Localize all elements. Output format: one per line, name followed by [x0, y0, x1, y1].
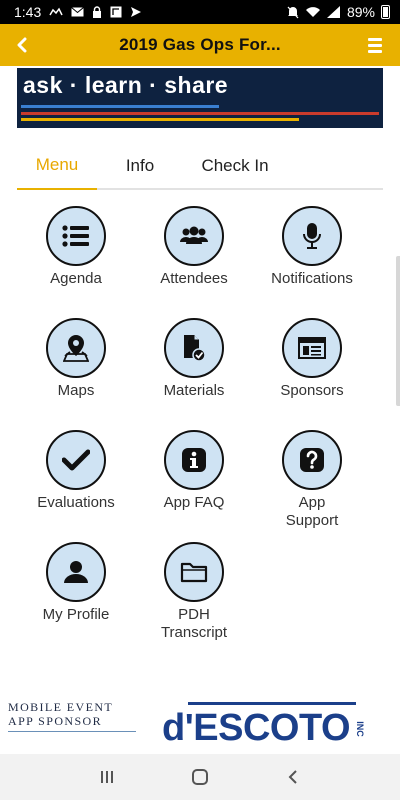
grid-item-materials[interactable]: Materials [135, 318, 253, 400]
agenda-button[interactable] [46, 206, 106, 266]
tab-bar: Menu Info Check In [17, 144, 383, 190]
sponsor-caption-line2: APP SPONSOR [8, 714, 102, 728]
grid-label: Evaluations [37, 494, 115, 511]
notifications-button[interactable] [282, 206, 342, 266]
folder-icon [180, 562, 208, 583]
evaluations-button[interactable] [46, 430, 106, 490]
materials-button[interactable] [164, 318, 224, 378]
cast-icon [110, 6, 122, 18]
app-support-button[interactable] [282, 430, 342, 490]
sponsor-logo-text: d'ESCOTO [162, 707, 351, 749]
signal-icon [326, 6, 340, 18]
grid-label: Agenda [50, 270, 102, 287]
grid-label: App Support [285, 494, 339, 529]
grid-item-app-support[interactable]: App Support [253, 430, 371, 530]
banner-stripe-red [21, 112, 379, 115]
banner-tagline: ask · learn · share [23, 72, 229, 98]
browser-window-icon [298, 337, 326, 359]
sponsors-button[interactable] [282, 318, 342, 378]
event-banner: ask · learn · share [17, 68, 383, 128]
recent-apps-button[interactable] [87, 757, 127, 797]
info-icon [182, 448, 206, 472]
grid-item-app-faq[interactable]: App FAQ [135, 430, 253, 512]
microphone-icon [303, 223, 321, 249]
grid-label: Notifications [271, 270, 353, 287]
grid-label: Maps [57, 382, 95, 399]
notification-icon [49, 7, 63, 16]
grid-item-sponsors[interactable]: Sponsors [253, 318, 371, 400]
banner-stripe-yellow [21, 118, 299, 121]
grid-item-evaluations[interactable]: Evaluations [17, 430, 135, 512]
grid-label: App FAQ [163, 494, 225, 511]
battery-percent: 89% [346, 4, 375, 20]
grid-label: PDH Transcript [160, 606, 228, 641]
status-left: 1:43 [14, 4, 142, 20]
grid-label: My Profile [42, 606, 110, 623]
checkmark-icon [62, 449, 90, 471]
pdh-transcript-button[interactable] [164, 542, 224, 602]
status-right: 89% [287, 4, 390, 20]
sponsor-caption: MOBILE EVENT APP SPONSOR [8, 700, 113, 728]
tab-menu[interactable]: Menu [17, 144, 97, 190]
page-title: 2019 Gas Ops For... [119, 35, 281, 54]
app-header: 2019 Gas Ops For... [0, 24, 400, 66]
document-check-icon [184, 335, 206, 362]
mute-icon [287, 6, 299, 18]
grid-item-pdh-transcript[interactable]: PDH Transcript [135, 542, 253, 642]
grid-item-notifications[interactable]: Notifications [253, 206, 371, 288]
app-faq-button[interactable] [164, 430, 224, 490]
attendees-button[interactable] [164, 206, 224, 266]
chevron-left-icon [17, 37, 27, 53]
grid-item-my-profile[interactable]: My Profile [17, 542, 135, 624]
back-nav-button[interactable] [273, 757, 313, 797]
status-time: 1:43 [14, 4, 42, 20]
grid-item-attendees[interactable]: Attendees [135, 206, 253, 288]
grid-item-agenda[interactable]: Agenda [17, 206, 135, 288]
wifi-icon [305, 7, 320, 17]
sponsor-divider [8, 731, 136, 732]
banner-stripe-blue [21, 105, 219, 108]
question-icon [300, 448, 324, 472]
people-icon [180, 226, 208, 244]
list-icon [62, 225, 89, 247]
person-icon [64, 561, 88, 583]
maps-button[interactable] [46, 318, 106, 378]
sponsor-footer[interactable]: MOBILE EVENT APP SPONSOR d'ESCOTO INC [0, 686, 400, 754]
back-icon [288, 770, 298, 784]
home-button[interactable] [180, 757, 220, 797]
grid-label: Materials [163, 382, 225, 399]
back-button[interactable] [10, 31, 34, 59]
lock-icon [93, 5, 102, 18]
grid-label: Attendees [160, 270, 228, 287]
hamburger-menu-icon[interactable] [368, 32, 388, 58]
sponsor-logo-suffix: INC [354, 721, 365, 737]
system-nav-bar [0, 754, 400, 800]
scrollbar[interactable] [396, 256, 400, 406]
battery-icon [381, 5, 390, 19]
map-pin-icon [63, 335, 89, 362]
tab-info[interactable]: Info [97, 144, 183, 188]
recent-apps-icon [100, 771, 113, 783]
my-profile-button[interactable] [46, 542, 106, 602]
email-icon [71, 7, 85, 17]
send-icon [131, 7, 142, 17]
grid-item-maps[interactable]: Maps [17, 318, 135, 400]
sponsor-logo[interactable]: d'ESCOTO INC [162, 698, 368, 749]
status-bar: 1:43 89% [0, 0, 400, 24]
sponsor-logo-bar [188, 702, 356, 705]
grid-label: Sponsors [280, 382, 344, 399]
sponsor-caption-line1: MOBILE EVENT [8, 700, 114, 714]
tab-check-in[interactable]: Check In [183, 144, 287, 188]
home-icon [191, 769, 208, 785]
